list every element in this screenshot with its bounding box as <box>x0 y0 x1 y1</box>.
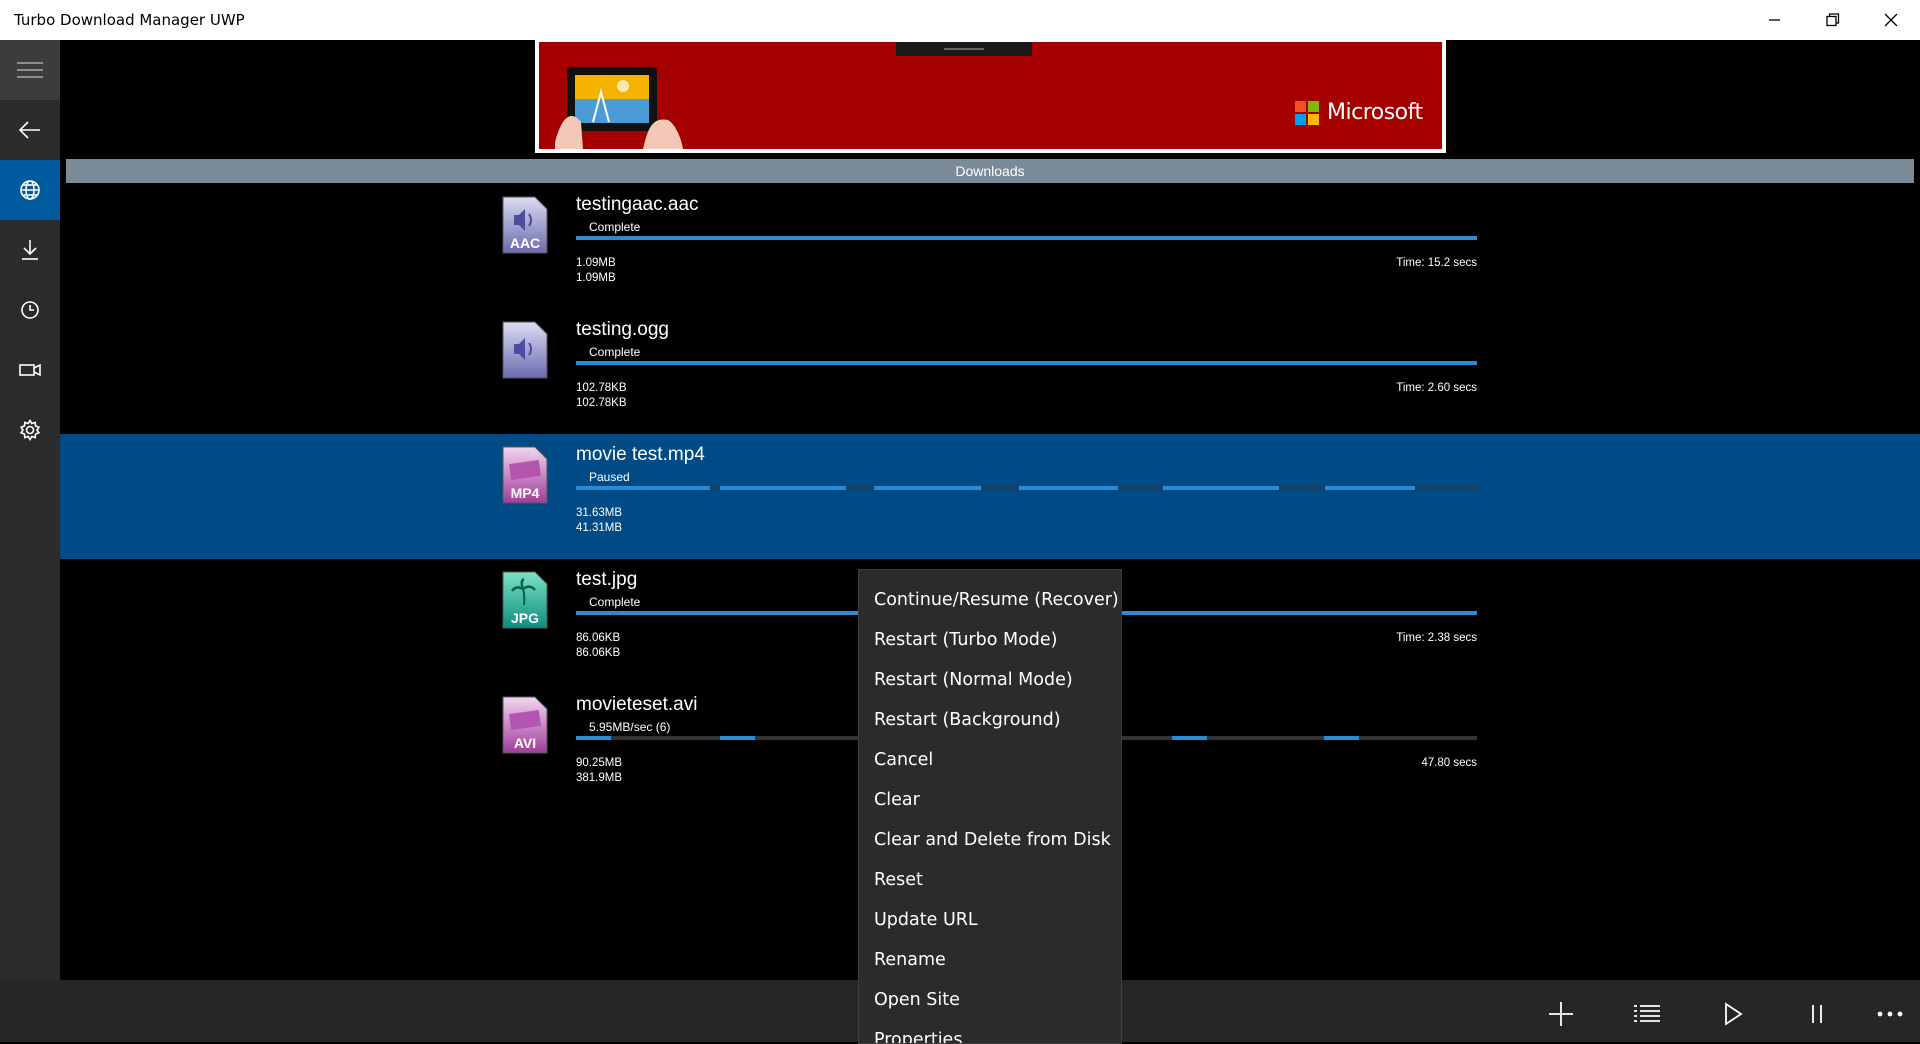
download-status: Complete <box>589 220 641 234</box>
download-status: Complete <box>589 345 641 359</box>
minimize-icon <box>1768 19 1780 21</box>
download-time: Time: 2.60 secs <box>1396 382 1477 394</box>
menu-item-cancel[interactable]: Cancel <box>874 750 933 770</box>
play-icon <box>1725 1002 1743 1026</box>
globe-icon <box>20 180 40 200</box>
downloaded-size: 86.06KB <box>576 632 621 644</box>
download-icon <box>22 240 38 260</box>
close-icon <box>1884 13 1897 27</box>
microsoft-wordmark: Microsoft <box>1327 100 1423 125</box>
file-name: movieteset.avi <box>576 694 698 715</box>
back-arrow-icon <box>19 121 40 139</box>
downloads-header: Downloads <box>66 159 1914 183</box>
start-button[interactable] <box>1713 994 1753 1034</box>
video-file-icon: AVI <box>502 696 548 754</box>
back-button[interactable] <box>0 100 60 160</box>
menu-item-restart-background[interactable]: Restart (Background) <box>874 710 1061 730</box>
sidebar-item-history[interactable] <box>0 280 60 340</box>
file-name: testingaac.aac <box>576 194 699 215</box>
downloaded-size: 90.25MB <box>576 757 623 769</box>
svg-text:JPG: JPG <box>511 610 539 626</box>
sidebar-item-settings[interactable] <box>0 400 60 460</box>
downloaded-size: 1.09MB <box>576 257 616 269</box>
audio-file-icon <box>502 321 548 379</box>
sidebar-item-downloads[interactable] <box>0 220 60 280</box>
download-time: 47.80 secs <box>1421 757 1477 769</box>
sidebar-item-browser[interactable] <box>0 160 60 220</box>
title-bar: Turbo Download Manager UWP <box>0 0 1920 40</box>
svg-text:AVI: AVI <box>514 735 536 751</box>
menu-item-update-url[interactable]: Update URL <box>874 910 978 930</box>
hamburger-menu-button[interactable] <box>0 40 60 100</box>
menu-item-continue-resume[interactable]: Continue/Resume (Recover) <box>874 590 1119 610</box>
ad-handle[interactable] <box>896 42 1032 56</box>
download-time: Time: 2.38 secs <box>1396 632 1477 644</box>
close-button[interactable] <box>1862 0 1919 40</box>
add-button[interactable] <box>1541 994 1581 1034</box>
more-icon <box>1877 1011 1903 1017</box>
microsoft-logo: Microsoft <box>1295 100 1423 125</box>
minimize-button[interactable] <box>1746 0 1803 40</box>
hamburger-icon <box>17 62 43 78</box>
downloaded-size: 102.78KB <box>576 382 627 394</box>
total-size: 86.06KB <box>576 647 621 659</box>
svg-text:AAC: AAC <box>510 235 540 251</box>
file-name: test.jpg <box>576 569 638 590</box>
video-file-icon: MP4 <box>502 446 548 504</box>
ad-banner[interactable]: Microsoft <box>535 40 1446 153</box>
download-status: Paused <box>589 470 630 484</box>
tablet-illustration <box>555 67 683 149</box>
pause-button[interactable] <box>1797 994 1837 1034</box>
download-status: Complete <box>589 595 641 609</box>
sidebar <box>0 40 60 980</box>
total-size: 1.09MB <box>576 272 616 284</box>
select-list-button[interactable] <box>1627 994 1667 1034</box>
menu-item-clear-delete[interactable]: Clear and Delete from Disk <box>874 830 1111 850</box>
progress-bar-segmented <box>576 486 1477 490</box>
download-row[interactable]: AAC testingaac.aac Complete 1.09MB 1.09M… <box>60 184 1920 309</box>
gear-icon <box>19 419 41 441</box>
pause-icon <box>1812 1005 1822 1023</box>
menu-item-restart-turbo[interactable]: Restart (Turbo Mode) <box>874 630 1058 650</box>
more-button[interactable] <box>1870 994 1910 1034</box>
progress-bar <box>576 236 1477 240</box>
menu-item-clear[interactable]: Clear <box>874 790 920 810</box>
audio-file-icon: AAC <box>502 196 548 254</box>
window-title: Turbo Download Manager UWP <box>14 11 245 29</box>
restore-button[interactable] <box>1804 0 1861 40</box>
download-time: Time: 15.2 secs <box>1396 257 1477 269</box>
svg-text:MP4: MP4 <box>511 485 540 501</box>
file-name: testing.ogg <box>576 319 669 340</box>
context-menu: Continue/Resume (Recover) Restart (Turbo… <box>858 569 1122 1044</box>
menu-item-reset[interactable]: Reset <box>874 870 923 890</box>
restore-icon <box>1825 13 1839 27</box>
plus-icon <box>1549 1002 1573 1026</box>
download-status: 5.95MB/sec (6) <box>589 720 671 734</box>
microsoft-squares-icon <box>1295 100 1319 125</box>
progress-bar <box>576 361 1477 365</box>
video-camera-icon <box>19 363 41 377</box>
menu-item-open-site[interactable]: Open Site <box>874 990 960 1010</box>
total-size: 102.78KB <box>576 397 627 409</box>
download-row-selected[interactable]: MP4 movie test.mp4 Paused 31.63MB 41.31M… <box>60 434 1920 559</box>
file-name: movie test.mp4 <box>576 444 705 465</box>
menu-item-rename[interactable]: Rename <box>874 950 946 970</box>
ad-content: Microsoft <box>539 42 1442 149</box>
image-file-icon: JPG <box>502 571 548 629</box>
sidebar-item-video[interactable] <box>0 340 60 400</box>
download-row[interactable]: testing.ogg Complete 102.78KB 102.78KB T… <box>60 309 1920 434</box>
total-size: 41.31MB <box>576 522 623 534</box>
menu-item-restart-normal[interactable]: Restart (Normal Mode) <box>874 670 1073 690</box>
total-size: 381.9MB <box>576 772 623 784</box>
clock-icon <box>21 301 39 319</box>
downloaded-size: 31.63MB <box>576 507 623 519</box>
list-icon <box>1634 1005 1660 1022</box>
